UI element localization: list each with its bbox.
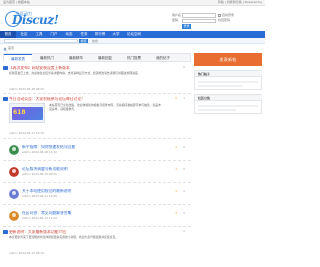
- forgot-link[interactable]: 找回密码: [218, 19, 230, 22]
- thread-excerpt: 标题首发已上线，欢迎前往论坛查看详细内容，支持多种显示方式，如需修改请告诉我们并…: [9, 71, 141, 75]
- reply-count: 0: [183, 229, 185, 233]
- thread-thumbnail[interactable]: 618: [9, 103, 45, 123]
- remember-checkbox[interactable]: [218, 13, 221, 17]
- thread-title[interactable]: 【再次发布】网站安装设置上新版本: [9, 66, 167, 70]
- thread-list: 【再次发布】网站安装设置上新版本 标题首发已上线，欢迎前往论坛查看详细内容，支持…: [3, 64, 191, 267]
- nav-item-home[interactable]: 首页: [0, 31, 16, 38]
- thread-meta: admin 2024-06-13 11:22: [22, 216, 57, 220]
- remember-label: 自动登录: [222, 12, 235, 17]
- like-count: 3: [175, 189, 177, 193]
- tab-my-threads[interactable]: 我的帖子: [149, 54, 177, 63]
- thread-title[interactable]: 关于本站使用规范的最新说明: [22, 189, 162, 193]
- reply-count: 0: [183, 145, 185, 149]
- search-button[interactable]: 搜索: [79, 38, 88, 44]
- nav-item-forum-space[interactable]: 论坛空间: [124, 31, 144, 38]
- reply-count: 0: [183, 167, 185, 171]
- new-thread-button[interactable]: 发表新帖: [194, 53, 262, 66]
- password-label: 密码: [172, 18, 179, 23]
- thread-item: 更新说明：大家最新版本功能介绍 本次更新带来了更流畅的浏览体验和更多实用的小功能…: [3, 228, 191, 258]
- thread-item: 新手指南：如何快速发帖与回复 admin 2024-06-16 14:32 2 …: [3, 140, 191, 161]
- hot-threads-box: 热门帖子: [194, 70, 262, 90]
- like-count: 2: [175, 145, 177, 149]
- topbar-right-text[interactable]: 风格 | 切换到窄版 | Powered by: [218, 1, 262, 4]
- thread-title[interactable]: 社区问答：常见问题解答合集: [22, 211, 162, 215]
- announcement-box: 社区公告: [194, 94, 262, 114]
- nav-item-tools[interactable]: 工具: [32, 31, 46, 38]
- thread-item: 论坛版块调整与新功能说明 admin 2024-06-15 09:05 1 0: [3, 162, 191, 183]
- thread-excerpt: 本次更新带来了更流畅的浏览体验和更多实用的小功能，欢迎大家升级使用并反馈意见。: [9, 235, 119, 239]
- thread-title[interactable]: 新手指南：如何快速发帖与回复: [22, 145, 162, 149]
- search-bar: 搜索 热搜: [0, 38, 265, 44]
- breadcrumb: 首页: [3, 46, 262, 51]
- avatar[interactable]: [9, 189, 19, 199]
- thread-meta: admin 2024-06-12 08:10: [9, 251, 44, 255]
- password-field[interactable]: [182, 18, 216, 23]
- thread-meta: admin 2024-06-15 09:05: [22, 172, 57, 176]
- nav-item-feed[interactable]: 动态: [62, 31, 76, 38]
- thread-title[interactable]: 论坛版块调整与新功能说明: [22, 167, 162, 171]
- breadcrumb-home[interactable]: 首页: [8, 47, 14, 50]
- search-input[interactable]: [4, 38, 78, 44]
- site-header: 社区动力 Discuz! 用户名 自动登录 密码 找回密码 登录: [0, 6, 265, 31]
- thread-type-icon: [3, 97, 8, 101]
- nav-item-portal[interactable]: 门户: [47, 31, 61, 38]
- thread-meta: admin 2024-06-17 10:15: [9, 131, 44, 135]
- main-nav: 首页 社区 工具 门户 动态 任务 排行榜 大学 论坛空间: [0, 31, 265, 38]
- nav-item-community[interactable]: 社区: [17, 31, 31, 38]
- thread-item: 【再次发布】网站安装设置上新版本 标题首发已上线，欢迎前往论坛查看详细内容，支持…: [3, 64, 191, 94]
- hot-threads-header: 热门帖子: [195, 71, 262, 77]
- site-logo[interactable]: Discuz!: [12, 14, 59, 26]
- placeholder-line: [198, 109, 236, 111]
- tab-latest-replies[interactable]: 最新回复: [91, 54, 119, 63]
- login-button[interactable]: 登录: [182, 24, 191, 29]
- tab-latest-digest[interactable]: 最新精华: [62, 54, 90, 63]
- thread-meta: admin 2024-06-14 16:48: [22, 194, 57, 198]
- thread-excerpt: 本站首页已全新改版，欢迎体验新的模板与组件布局。活动期间发帖即可参与抽奖，奖品丰…: [49, 103, 161, 111]
- thread-type-icon: [3, 66, 8, 70]
- reply-count: 0: [183, 211, 185, 215]
- avatar[interactable]: [9, 211, 19, 221]
- avatar[interactable]: [9, 145, 19, 155]
- password-row: 密码 找回密码: [172, 18, 262, 24]
- thread-tabs: 最新发表 最新热门 最新精华 最新回复 热门投票 我的帖子: [3, 53, 191, 63]
- username-row: 用户名 自动登录: [172, 13, 262, 18]
- topbar-left-links[interactable]: 设为首页 | 收藏本站: [3, 1, 30, 4]
- thread-title[interactable]: 更新说明：大家最新版本功能介绍: [9, 230, 167, 234]
- thread-item: 今日活动公告：大家积极参与论坛每日讨论！ 618 本站首页已全新改版，欢迎体验新…: [3, 95, 191, 139]
- like-count: 5: [175, 96, 177, 100]
- username-label: 用户名: [172, 12, 182, 17]
- announcement-title: 社区公告: [198, 95, 211, 100]
- placeholder-line: [198, 81, 258, 83]
- reply-count: 0: [183, 189, 185, 193]
- nav-item-tasks[interactable]: 任务: [77, 31, 91, 38]
- placeholder-line: [198, 105, 258, 107]
- like-count: 4: [175, 211, 177, 215]
- like-count: 1: [175, 167, 177, 171]
- hot-search-label: 热搜: [92, 38, 99, 43]
- reply-count: 1: [183, 96, 185, 100]
- thread-meta: admin 2024-06-18 09:20: [9, 87, 44, 91]
- nav-item-college[interactable]: 大学: [109, 31, 123, 38]
- home-icon[interactable]: [3, 46, 7, 51]
- thumbnail-text: 618: [13, 109, 26, 116]
- tab-latest-hot[interactable]: 最新热门: [33, 54, 61, 63]
- tab-latest-posts[interactable]: 最新发表: [4, 54, 32, 63]
- tab-hot-polls[interactable]: 热门投票: [120, 54, 148, 63]
- thread-type-icon: [3, 230, 8, 234]
- username-field[interactable]: [182, 13, 216, 18]
- avatar[interactable]: [9, 167, 19, 177]
- placeholder-line: [198, 85, 242, 87]
- announcement-header: 社区公告: [195, 95, 262, 101]
- thread-item: 关于本站使用规范的最新说明 admin 2024-06-14 16:48 3 0: [3, 184, 191, 205]
- thread-meta: admin 2024-06-16 14:32: [22, 150, 57, 154]
- hot-threads-title: 热门帖子: [198, 71, 211, 76]
- reply-count: 0: [183, 65, 185, 69]
- thread-item: 社区问答：常见问题解答合集 admin 2024-06-13 11:22 4 0: [3, 206, 191, 227]
- thread-title[interactable]: 今日活动公告：大家积极参与论坛每日讨论！: [9, 97, 167, 101]
- login-form: 用户名 自动登录 密码 找回密码 登录: [172, 13, 262, 29]
- nav-item-ranking[interactable]: 排行榜: [92, 31, 108, 38]
